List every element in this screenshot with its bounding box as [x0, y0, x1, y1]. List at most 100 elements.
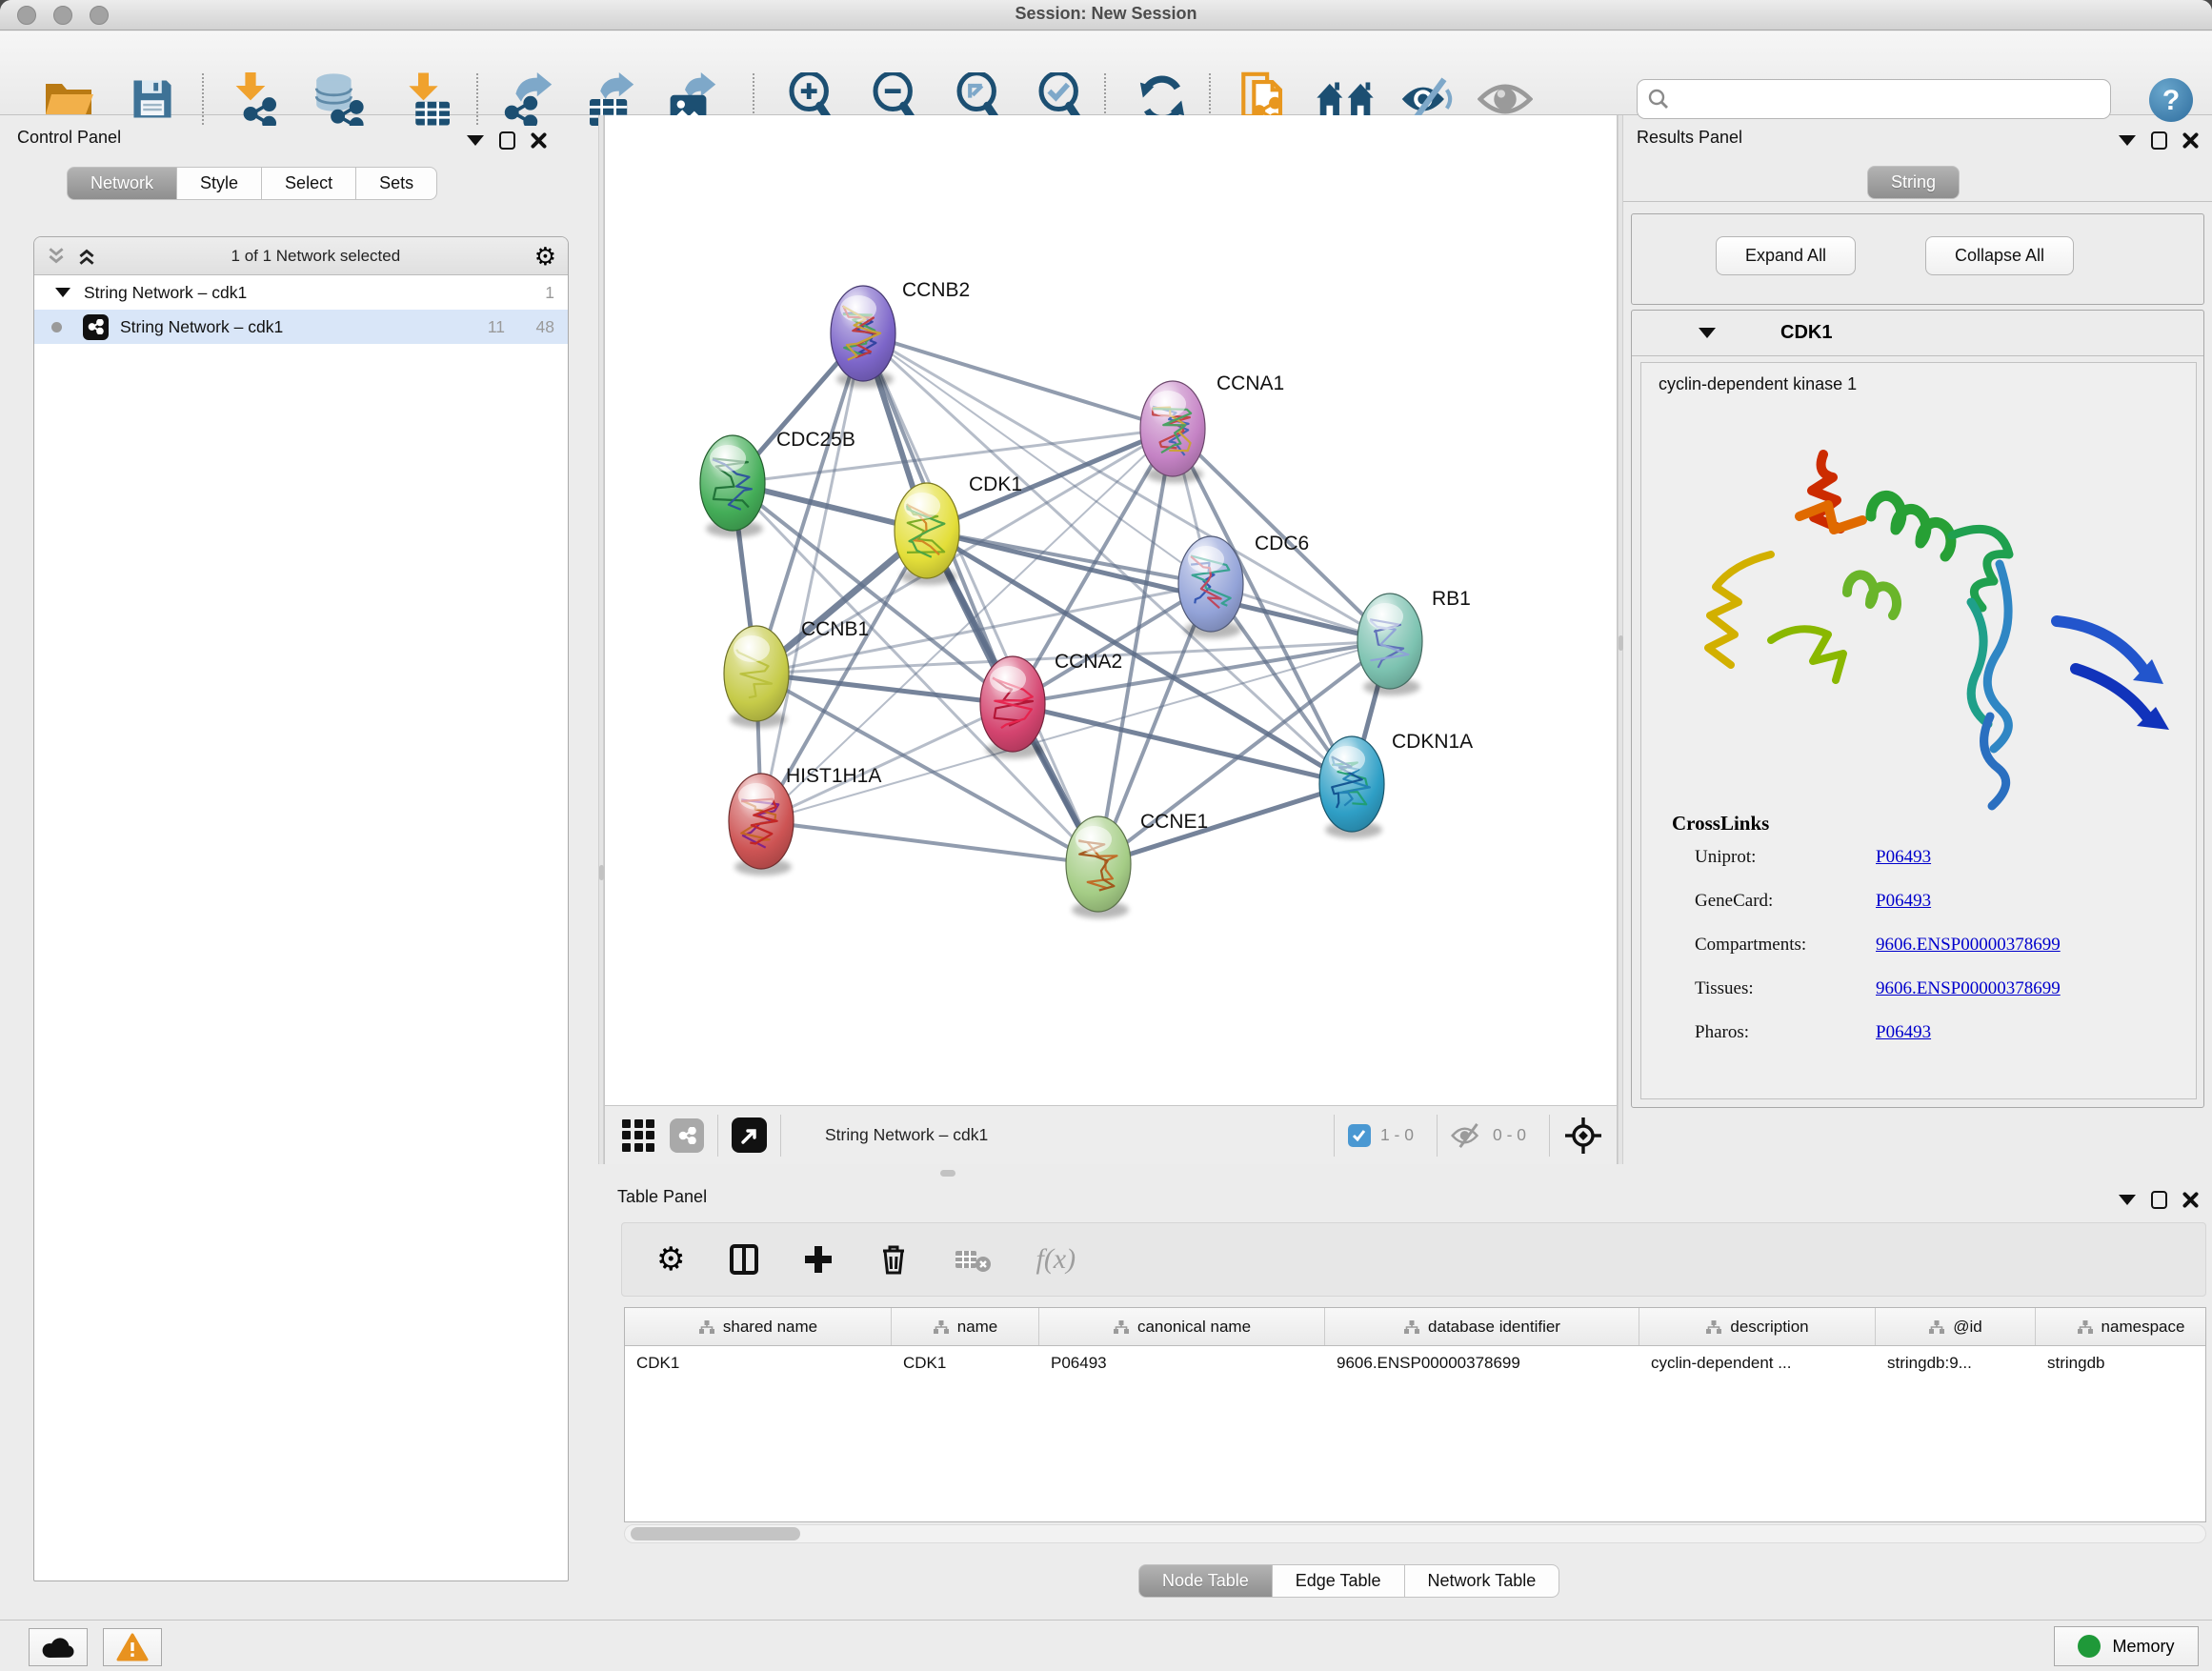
collection-expander-icon[interactable]: [55, 288, 70, 297]
cell-canonical-name[interactable]: P06493: [1039, 1346, 1325, 1382]
network-selection-status: 1 of 1 Network selected: [97, 247, 534, 266]
node-label-CCNA1: CCNA1: [1217, 372, 1284, 394]
horizontal-splitter-handle[interactable]: [940, 1170, 955, 1177]
column-header-3[interactable]: database identifier: [1325, 1308, 1639, 1345]
import-table-file-button[interactable]: [398, 70, 459, 129]
network-edge: [863, 333, 1173, 429]
tab-network-table[interactable]: Network Table: [1405, 1564, 1560, 1598]
node-label-CDKN1A: CDKN1A: [1392, 731, 1473, 753]
function-builder-icon[interactable]: f(x): [1036, 1243, 1076, 1276]
table-options-gear-icon[interactable]: ⚙: [656, 1243, 685, 1276]
string-view-icon[interactable]: [670, 1118, 704, 1153]
eye-icon: [1478, 79, 1533, 119]
export-network-button[interactable]: [497, 70, 558, 129]
tab-edge-table[interactable]: Edge Table: [1273, 1564, 1405, 1598]
search-input[interactable]: [1670, 89, 2110, 110]
tab-style[interactable]: Style: [177, 167, 262, 200]
open-in-window-icon[interactable]: [732, 1117, 767, 1153]
tree-options-gear-icon[interactable]: ⚙: [534, 247, 556, 266]
crosslink-link[interactable]: 9606.ENSP00000378699: [1876, 978, 2061, 999]
tab-network[interactable]: Network: [67, 167, 177, 200]
column-header-4[interactable]: description: [1639, 1308, 1876, 1345]
network-node-CDC25B[interactable]: [700, 435, 765, 537]
column-header-1[interactable]: name: [892, 1308, 1039, 1345]
panel-float-icon[interactable]: [499, 131, 515, 150]
column-type-icon: [2077, 1319, 2094, 1335]
panel-close-icon[interactable]: [2182, 132, 2199, 149]
application-window: Session: New Session: [0, 0, 2212, 1671]
scrollbar-thumb[interactable]: [631, 1527, 800, 1540]
network-node-CCNE1[interactable]: [1066, 816, 1131, 918]
tab-sets[interactable]: Sets: [356, 167, 437, 200]
panel-float-icon[interactable]: [2151, 131, 2167, 150]
panel-menu-icon[interactable]: [467, 135, 484, 146]
right-splitter-handle[interactable]: [1619, 635, 1623, 651]
add-column-icon[interactable]: [803, 1244, 834, 1275]
crosslink-row: Tissues:9606.ENSP00000378699: [1641, 967, 2196, 1011]
column-header-2[interactable]: canonical name: [1039, 1308, 1325, 1345]
table-row[interactable]: CDK1CDK1P064939606.ENSP00000378699cyclin…: [625, 1346, 2205, 1382]
tab-node-table[interactable]: Node Table: [1138, 1564, 1273, 1598]
column-header-0[interactable]: shared name: [625, 1308, 892, 1345]
fit-selected-crosshair-icon[interactable]: [1563, 1116, 1603, 1156]
cloud-status-button[interactable]: [29, 1628, 88, 1666]
expand-all-button[interactable]: Expand All: [1716, 236, 1856, 275]
column-header-5[interactable]: @id: [1876, 1308, 2036, 1345]
network-tree-header: 1 of 1 Network selected ⚙: [34, 237, 568, 275]
network-node-HIST1H1A[interactable]: [729, 774, 794, 876]
import-network-file-button[interactable]: [227, 70, 288, 129]
table-horizontal-scrollbar[interactable]: [624, 1524, 2206, 1543]
help-button[interactable]: ?: [2149, 78, 2193, 122]
network-node-CDC6[interactable]: [1178, 536, 1243, 638]
collapse-all-tree-icon[interactable]: [76, 246, 97, 267]
cell-shared-name[interactable]: CDK1: [625, 1346, 892, 1382]
status-bar: Memory: [0, 1620, 2212, 1671]
delete-table-icon[interactable]: [954, 1245, 992, 1274]
grid-view-icon[interactable]: [622, 1119, 654, 1152]
column-type-icon: [1928, 1319, 1945, 1335]
gene-expander-icon[interactable]: [1699, 328, 1716, 338]
crosslink-link[interactable]: P06493: [1876, 891, 1931, 912]
cell-namespace[interactable]: stringdb: [2036, 1346, 2206, 1382]
hidden-eye-icon[interactable]: [1451, 1123, 1483, 1148]
tab-string[interactable]: String: [1867, 166, 1960, 199]
import-network-database-button[interactable]: [309, 70, 370, 129]
network-collection-row[interactable]: String Network – cdk1 1: [34, 275, 568, 310]
panel-close-icon[interactable]: [2182, 1192, 2199, 1208]
tab-select[interactable]: Select: [262, 167, 356, 200]
show-columns-icon[interactable]: [729, 1243, 759, 1276]
cell-description[interactable]: cyclin-dependent ...: [1639, 1346, 1876, 1382]
network-node-CCNB2[interactable]: [831, 286, 895, 388]
network-canvas[interactable]: CCNB2CCNA1CDC25BCDK1CDC6RB1CCNB1CCNA2CDK…: [604, 115, 1618, 1105]
expand-all-tree-icon[interactable]: [46, 246, 67, 267]
crosslink-link[interactable]: P06493: [1876, 847, 1931, 868]
panel-float-icon[interactable]: [2151, 1191, 2167, 1209]
warnings-button[interactable]: [103, 1628, 162, 1666]
cell-name[interactable]: CDK1: [892, 1346, 1039, 1382]
open-session-button[interactable]: [38, 70, 99, 129]
save-session-button[interactable]: [122, 70, 183, 129]
network-node-RB1[interactable]: [1357, 594, 1422, 695]
panel-menu-icon[interactable]: [2119, 135, 2136, 146]
crosslink-link[interactable]: P06493: [1876, 1022, 1931, 1043]
memory-button[interactable]: Memory: [2054, 1626, 2199, 1666]
network-edge: [863, 333, 1390, 641]
cell-@id[interactable]: stringdb:9...: [1876, 1346, 2036, 1382]
gene-section-header[interactable]: CDK1: [1632, 311, 2203, 356]
collapse-all-button[interactable]: Collapse All: [1925, 236, 2074, 275]
node-table[interactable]: shared namenamecanonical namedatabase id…: [624, 1307, 2206, 1522]
network-row[interactable]: String Network – cdk1 11 48: [34, 310, 568, 344]
network-view-title: String Network – cdk1: [825, 1125, 988, 1145]
crosslink-link[interactable]: 9606.ENSP00000378699: [1876, 935, 2061, 956]
panel-menu-icon[interactable]: [2119, 1195, 2136, 1205]
delete-column-icon[interactable]: [877, 1243, 910, 1276]
network-node-CCNB1[interactable]: [724, 626, 789, 728]
cell-database-identifier[interactable]: 9606.ENSP00000378699: [1325, 1346, 1639, 1382]
footer-separator: [1549, 1115, 1550, 1157]
column-header-6[interactable]: namespace: [2036, 1308, 2206, 1345]
network-node-CDKN1A[interactable]: [1319, 736, 1384, 838]
footer-separator: [1334, 1115, 1335, 1157]
panel-close-icon[interactable]: [531, 132, 547, 149]
table-tabs: Node TableEdge TableNetwork Table: [1138, 1564, 1559, 1598]
selected-checkbox-icon[interactable]: [1348, 1124, 1371, 1147]
